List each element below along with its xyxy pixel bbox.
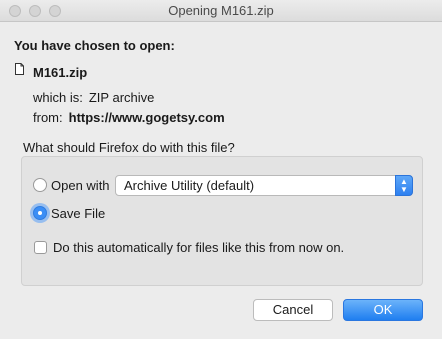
- auto-action-label[interactable]: Do this automatically for files like thi…: [53, 240, 344, 255]
- save-file-label[interactable]: Save File: [51, 206, 105, 221]
- action-question: What should Firefox do with this file?: [23, 140, 235, 155]
- open-with-label[interactable]: Open with: [51, 178, 110, 193]
- auto-action-checkbox[interactable]: [34, 241, 47, 254]
- file-source-url: https://www.gogetsy.com: [68, 110, 225, 125]
- select-arrows-icon: ▲ ▼: [395, 175, 413, 196]
- dialog-heading: You have chosen to open:: [14, 38, 175, 53]
- document-icon: [15, 63, 24, 75]
- application-select[interactable]: Archive Utility (default) ▲ ▼: [115, 175, 413, 196]
- save-file-radio[interactable]: [33, 206, 47, 220]
- dialog-window: Opening M161.zip You have chosen to open…: [0, 0, 442, 339]
- file-source-row: from: https://www.gogetsy.com: [33, 110, 225, 125]
- ok-button[interactable]: OK: [343, 299, 423, 321]
- application-select-value: Archive Utility (default): [124, 178, 255, 193]
- cancel-button[interactable]: Cancel: [253, 299, 333, 321]
- file-type-label: which is:: [33, 90, 83, 105]
- file-type-value: ZIP archive: [88, 90, 155, 105]
- title-bar: Opening M161.zip: [0, 0, 442, 22]
- file-source-label: from:: [33, 110, 63, 125]
- window-title: Opening M161.zip: [168, 3, 274, 18]
- file-name: M161.zip: [33, 65, 88, 80]
- file-type-row: which is: ZIP archive: [33, 90, 154, 105]
- open-with-radio[interactable]: [33, 178, 47, 192]
